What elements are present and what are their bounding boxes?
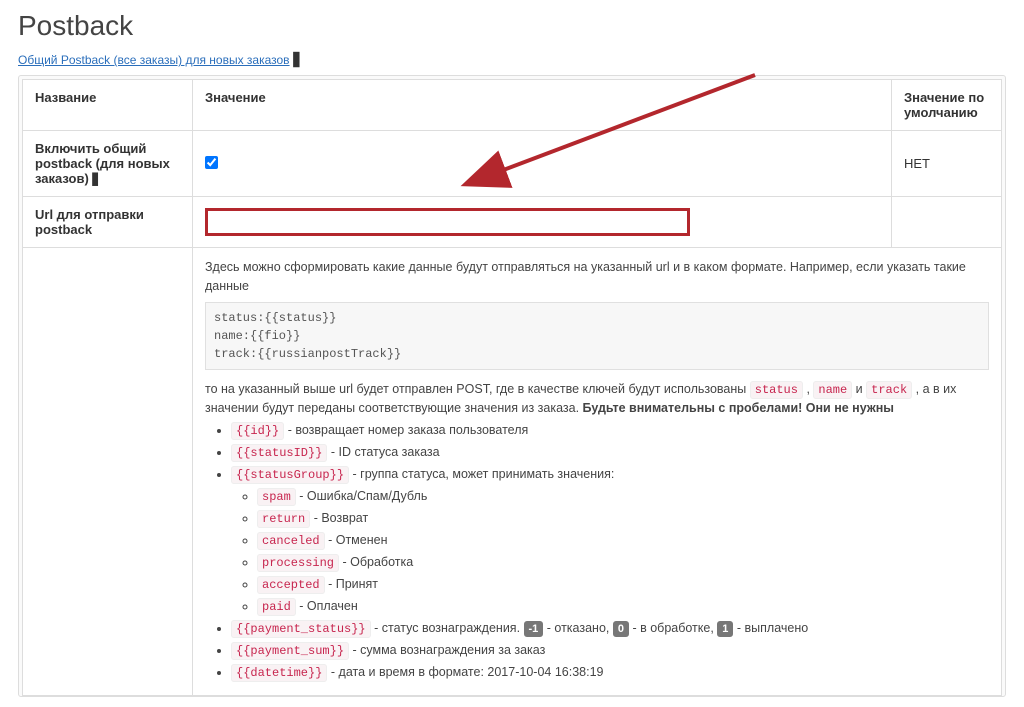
help-placeholders-list: {{id}} - возвращает номер заказа пользов… xyxy=(205,421,989,682)
label-enable-postback: Включить общий postback (для новых заказ… xyxy=(23,131,193,197)
tok-name: name xyxy=(813,381,852,399)
comment-icon: ▋ xyxy=(293,52,303,67)
cell-enable-default: НЕТ xyxy=(892,131,1002,197)
col-value: Значение xyxy=(193,80,892,131)
row-postback-url: Url для отправки postback xyxy=(23,197,1002,248)
help-block: Здесь можно сформировать какие данные бу… xyxy=(205,258,989,682)
cell-url-value xyxy=(193,197,892,248)
page-title: Postback xyxy=(18,10,1006,42)
badge-one: 1 xyxy=(717,621,733,637)
cell-url-default xyxy=(892,197,1002,248)
help-intro: Здесь можно сформировать какие данные бу… xyxy=(205,258,989,296)
row-enable-postback: Включить общий postback (для новых заказ… xyxy=(23,131,1002,197)
cell-enable-value xyxy=(193,131,892,197)
tok-track: track xyxy=(866,381,912,399)
col-default: Значение по умолчанию xyxy=(892,80,1002,131)
comment-icon: ▋ xyxy=(92,174,100,186)
tok-status: status xyxy=(750,381,803,399)
badge-minus1: -1 xyxy=(524,621,544,637)
postback-url-input[interactable] xyxy=(205,208,690,236)
help-after-code: то на указанный выше url будет отправлен… xyxy=(205,380,989,418)
row-help: Здесь можно сформировать какие данные бу… xyxy=(23,248,1002,696)
enable-postback-checkbox[interactable] xyxy=(205,156,218,169)
col-name: Название xyxy=(23,80,193,131)
help-code-example: status:{{status}} name:{{fio}} track:{{r… xyxy=(205,302,989,370)
top-link-postback[interactable]: Общий Postback (все заказы) для новых за… xyxy=(18,53,290,67)
badge-zero: 0 xyxy=(613,621,629,637)
settings-panel: Название Значение Значение по умолчанию … xyxy=(18,75,1006,697)
label-postback-url: Url для отправки postback xyxy=(23,197,193,248)
